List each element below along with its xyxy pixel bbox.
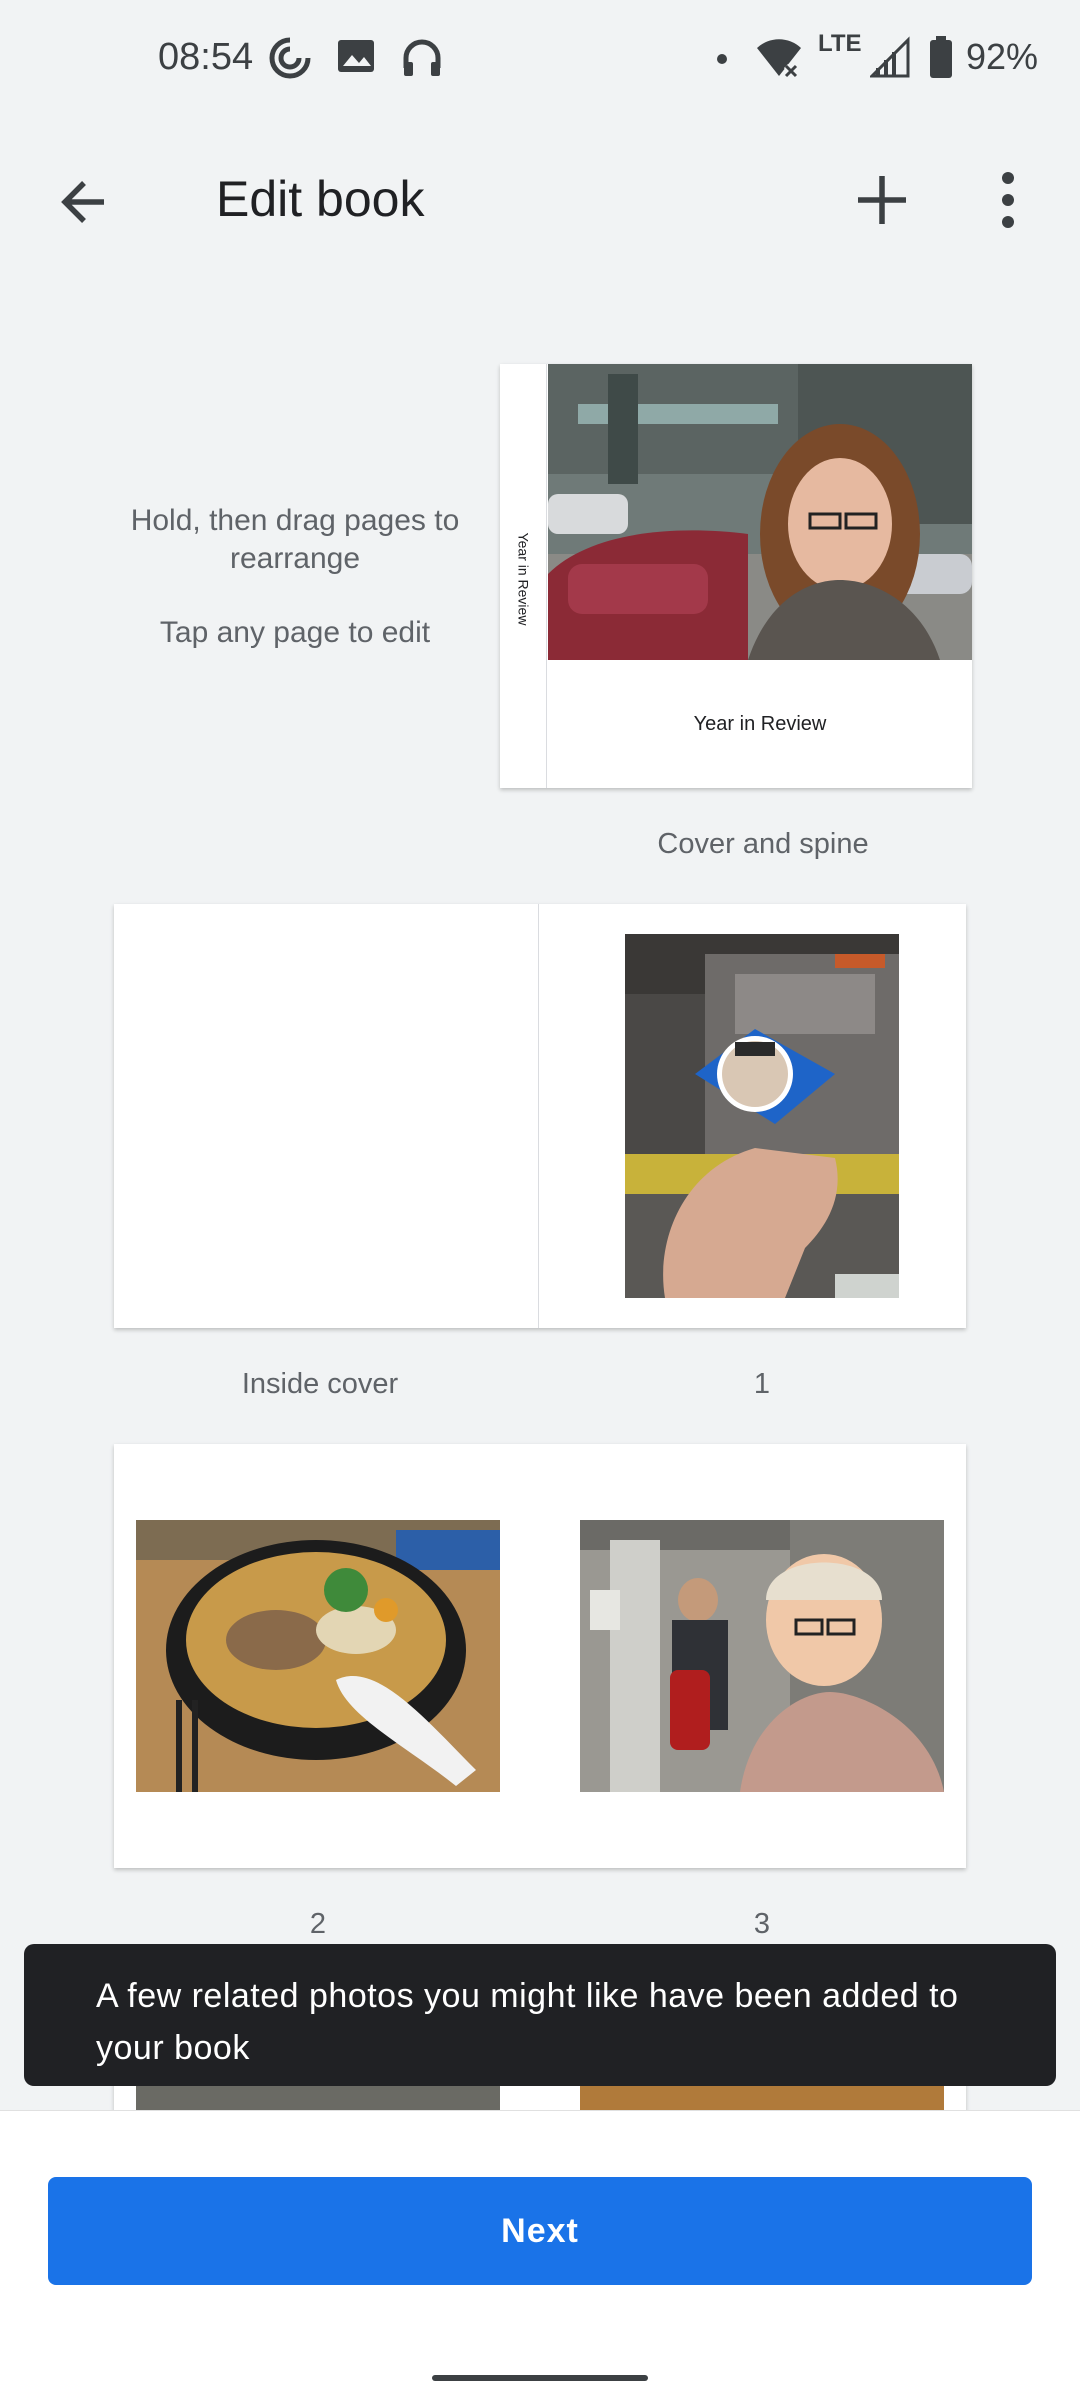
next-button[interactable]: Next	[48, 2177, 1032, 2285]
edit-hint: Tap any page to edit	[159, 616, 431, 649]
status-time: 08:54	[158, 36, 254, 78]
cover-photo	[548, 364, 972, 660]
cover-page[interactable]: Year in Review Year in Review	[500, 364, 972, 788]
more-vert-icon	[966, 172, 1046, 244]
signal-icon	[868, 34, 910, 83]
page-1-photo	[625, 934, 899, 1298]
notification-dot-icon	[716, 52, 728, 70]
app-bar: Edit book	[0, 130, 1080, 266]
wifi-off-icon	[754, 34, 804, 87]
network-type: LTE	[818, 30, 862, 57]
battery-icon	[928, 34, 954, 85]
page-3-caption: 3	[753, 1908, 771, 1940]
snackbar: A few related photos you might like have…	[24, 1944, 1056, 2086]
headphones-icon	[398, 34, 446, 87]
page-2-photo	[136, 1520, 500, 1792]
cover-title: Year in Review	[693, 712, 827, 735]
more-options-button[interactable]	[966, 160, 1046, 240]
snackbar-message: A few related photos you might like have…	[96, 1977, 959, 2067]
battery-percent: 92%	[966, 36, 1039, 77]
spread-inside-cover[interactable]	[114, 904, 966, 1328]
spine: Year in Review	[500, 364, 547, 788]
home-indicator[interactable]	[432, 2375, 648, 2381]
image-icon	[334, 34, 378, 83]
arrow-back-icon	[46, 181, 126, 246]
bottom-bar: Next	[0, 2110, 1080, 2401]
spread-divider	[538, 904, 539, 1328]
inside-cover-caption: Inside cover	[241, 1368, 399, 1400]
status-bar: 08:54 LTE 92%	[0, 0, 1080, 116]
spine-text: Year in Review	[515, 532, 531, 626]
cover-caption: Cover and spine	[657, 828, 869, 860]
sync-icon	[266, 34, 314, 87]
add-page-button[interactable]	[842, 160, 922, 240]
page-title: Edit book	[216, 171, 425, 227]
back-button[interactable]	[46, 162, 126, 242]
rearrange-hint: Hold, then drag pages to rearrange	[130, 504, 460, 575]
page-3-photo	[580, 1520, 944, 1792]
page-2-caption: 2	[309, 1908, 327, 1940]
page-1-caption: 1	[753, 1368, 771, 1400]
spread-pages-2-3[interactable]	[114, 1444, 966, 1868]
add-icon	[842, 176, 922, 244]
